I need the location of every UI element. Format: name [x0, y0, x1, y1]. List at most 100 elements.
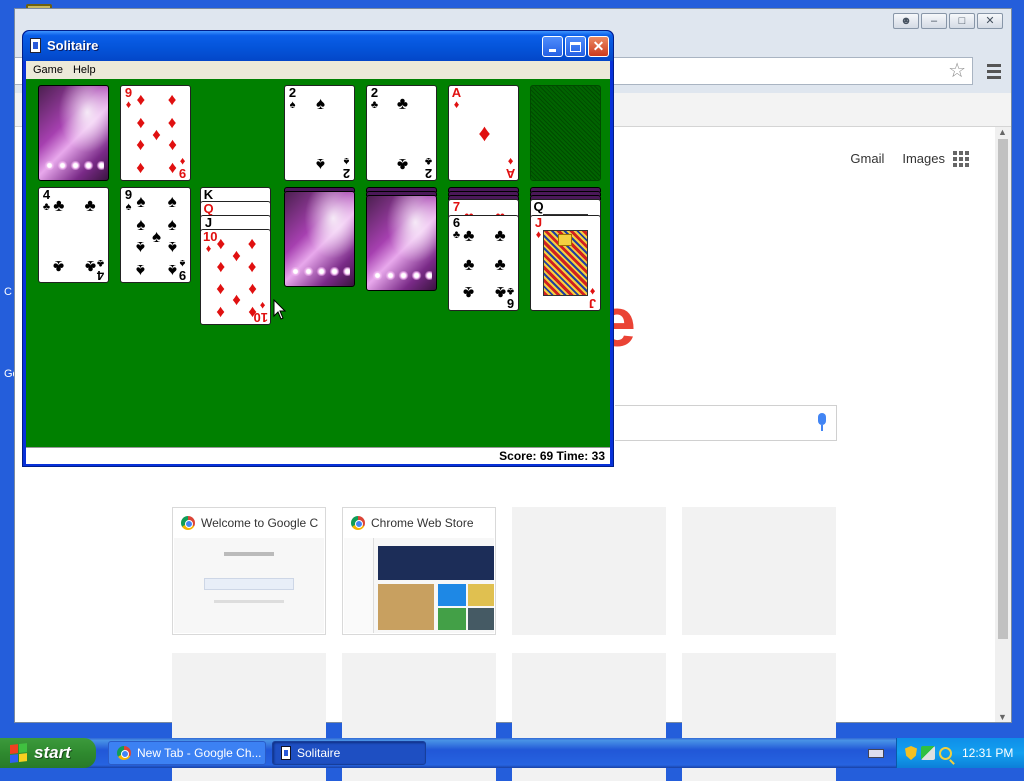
foundation-slot-empty[interactable] [530, 85, 601, 181]
empty-tile [512, 507, 666, 635]
taskbar-item-chrome[interactable]: New Tab - Google Ch... [108, 741, 266, 765]
close-icon: ✕ [592, 38, 605, 54]
suit-pip: ♠ [167, 191, 177, 211]
scroll-down-icon[interactable]: ▼ [998, 712, 1007, 722]
most-visited-tile[interactable]: Chrome Web Store [342, 507, 496, 635]
suit-pip: ♣ [53, 257, 65, 277]
suit-pip: ♣ [84, 257, 96, 277]
suit-pip: ♠ [167, 214, 177, 234]
suit-pip: ♣ [53, 195, 65, 215]
status-bar: Score: 69 Time: 33 [26, 447, 610, 464]
keyboard-icon[interactable] [868, 749, 884, 758]
system-tray: 12:31 PM [896, 738, 1024, 768]
suit-pip: ♣ [84, 195, 96, 215]
microphone-icon[interactable] [816, 413, 828, 433]
card-index: Q [203, 202, 214, 216]
minimize-button[interactable] [542, 36, 563, 57]
network-icon[interactable] [921, 746, 935, 760]
playing-card[interactable]: 2 ♣ 2 ♣ ♣ ♣ [366, 85, 437, 181]
playing-card[interactable]: J ♦ J ♦ [530, 215, 601, 311]
suit-pip: ♣ [463, 225, 475, 245]
chrome-menu-icon[interactable] [987, 64, 1001, 82]
card-rank: K [203, 187, 214, 202]
suit-pip: ♦ [247, 303, 257, 323]
tableau-face-down-card[interactable] [284, 191, 355, 287]
scroll-thumb[interactable] [998, 139, 1008, 639]
menu-game[interactable]: Game [30, 61, 66, 79]
taskbar-item-solitaire[interactable]: Solitaire [272, 741, 426, 765]
card-rank: J [588, 296, 597, 311]
clock: 12:31 PM [962, 746, 1014, 760]
gmail-link[interactable]: Gmail [850, 151, 884, 166]
card-index: A ♦ [451, 86, 462, 111]
playing-card[interactable]: 4 ♣ 4 ♣ ♣ ♣ ♣ ♣ [38, 187, 109, 283]
suit-pip: ♦ [216, 233, 226, 253]
search-icon[interactable] [939, 746, 952, 760]
tile-thumbnail [174, 538, 324, 633]
minimize-icon [549, 49, 556, 52]
maximize-icon[interactable]: □ [949, 13, 975, 29]
start-button[interactable]: start [0, 738, 96, 768]
suit-pip: ♦ [247, 233, 257, 253]
suit-pip: ♠ [167, 238, 177, 258]
suit-pip: ♠ [136, 191, 146, 211]
apps-grid-icon[interactable] [953, 151, 969, 167]
suit-pip: ♦ [478, 120, 491, 147]
solitaire-icon [281, 746, 291, 760]
playing-card[interactable]: A ♦ A ♦ ♦ [448, 85, 519, 181]
playing-card[interactable]: 2 ♠ 2 ♠ ♠ ♠ [284, 85, 355, 181]
close-button[interactable]: ✕ [588, 36, 609, 57]
minimize-icon[interactable]: – [921, 13, 947, 29]
court-card-art [543, 230, 588, 296]
desktop-icon-label[interactable]: C [4, 286, 12, 298]
solitaire-app-icon[interactable] [30, 38, 41, 53]
maximize-button[interactable] [565, 36, 586, 57]
card-rank: 9 [124, 187, 133, 202]
card-suit: ♦ [507, 155, 514, 167]
taskbar-item-label: Solitaire [297, 746, 341, 760]
close-icon[interactable]: ✕ [977, 13, 1003, 29]
suit-pip: ♣ [494, 225, 506, 245]
card-rank: J [534, 215, 543, 230]
card-rank: Q [203, 201, 214, 216]
suit-pip: ♠ [136, 214, 146, 234]
scroll-up-icon[interactable]: ▲ [998, 127, 1007, 137]
card-suit: ♦ [453, 99, 460, 111]
suit-pip: ♦ [232, 246, 241, 266]
maximize-icon [570, 41, 581, 52]
window-title: Solitaire [47, 38, 99, 53]
tile-title: Chrome Web Store [371, 516, 474, 530]
tile-thumbnail [344, 538, 494, 633]
suit-pip: ♣ [494, 254, 506, 274]
solitaire-titlebar[interactable]: Solitaire ✕ [23, 31, 613, 61]
suit-pip: ♠ [315, 155, 326, 175]
playing-card[interactable]: 6 ♣ 6 ♣ ♣ ♣ ♣ ♣ ♣ ♣ [448, 215, 519, 311]
card-rank: 7 [452, 199, 461, 214]
card-index: J [203, 216, 214, 230]
card-index: K [203, 188, 214, 202]
suit-pip: ♠ [315, 93, 326, 113]
taskbar: start New Tab - Google Ch... Solitaire 1… [0, 738, 1024, 768]
tableau-face-down-card[interactable] [366, 195, 437, 291]
card-rank: A [451, 85, 462, 100]
google-search-input[interactable] [615, 405, 837, 441]
card-suit: ♦ [589, 285, 596, 297]
profile-icon[interactable]: ☻ [893, 13, 919, 29]
bookmark-star-icon[interactable]: ☆ [948, 59, 966, 83]
card-index: Q [533, 200, 544, 214]
stock-pile[interactable] [38, 85, 109, 181]
chrome-favicon-icon [351, 516, 365, 530]
images-link[interactable]: Images [902, 151, 945, 166]
shield-icon[interactable] [905, 746, 917, 760]
playing-card[interactable]: 9 ♦ 9 ♦ ♦ ♦ ♦ ♦ ♦ ♦ ♦ ♦ ♦ [120, 85, 191, 181]
suit-pip: ♠ [151, 226, 162, 246]
card-rank: 6 [452, 215, 461, 230]
suit-pip: ♦ [167, 136, 177, 156]
menu-help[interactable]: Help [70, 61, 99, 79]
playing-card[interactable]: 10 ♦ 10 ♦ ♦ ♦ ♦ ♦ ♦ ♦ ♦ ♦ ♦ ♦ [200, 229, 271, 325]
start-label: start [34, 743, 71, 762]
playing-card[interactable]: 9 ♠ 9 ♠ ♠ ♠ ♠ ♠ ♠ ♠ ♠ ♠ ♠ [120, 187, 191, 283]
taskbar-item-label: New Tab - Google Ch... [137, 746, 262, 760]
page-scrollbar[interactable]: ▲ ▼ [995, 127, 1011, 722]
most-visited-tile[interactable]: Welcome to Google C [172, 507, 326, 635]
